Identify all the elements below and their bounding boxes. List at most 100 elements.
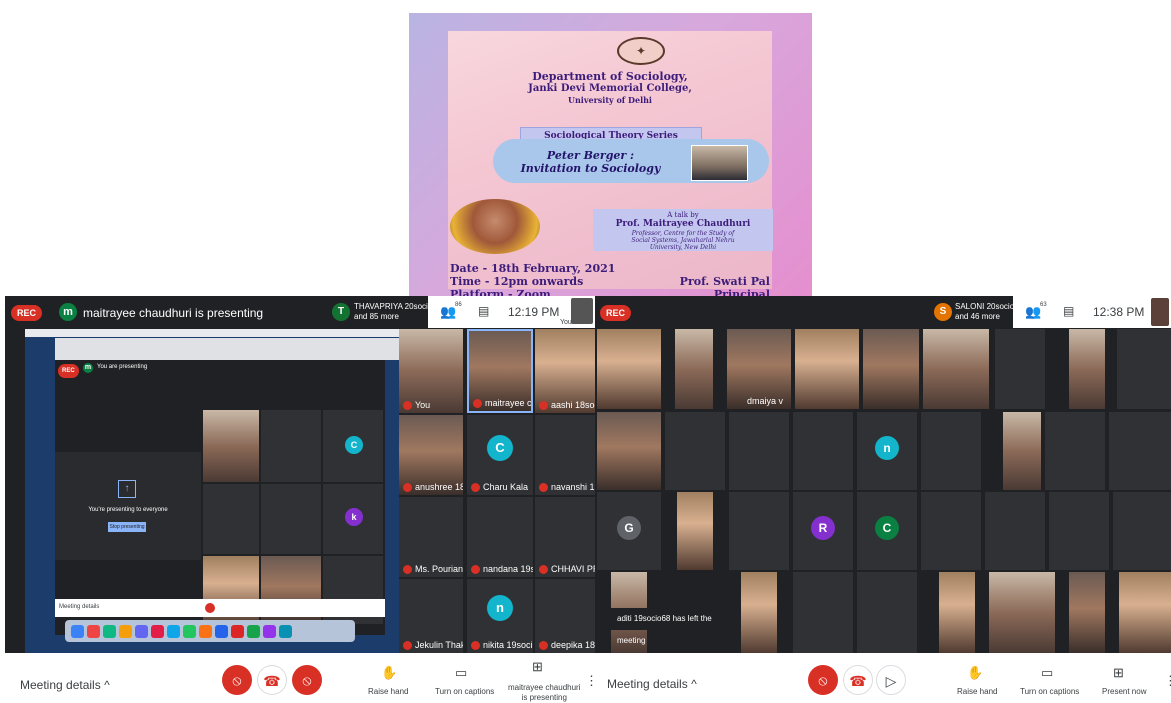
participant-tile xyxy=(793,412,853,490)
inner-hangup[interactable] xyxy=(205,603,215,613)
inner-tile xyxy=(261,410,321,482)
participant-tile xyxy=(921,412,981,490)
speaker-photo xyxy=(450,199,540,254)
clock-time: 12:19 PM xyxy=(508,305,560,319)
dock-app-icon[interactable] xyxy=(247,624,260,638)
presenting-everyone-text: You're presenting to everyone xyxy=(88,507,168,513)
participant-tile xyxy=(1003,412,1041,490)
participant-tile xyxy=(1119,572,1171,653)
mic-off-button[interactable]: ⦸ xyxy=(222,665,252,695)
participant-tile xyxy=(729,412,789,490)
participant-tile: deepika 18s... xyxy=(535,579,595,653)
participant-avatar: n xyxy=(875,436,899,460)
participant-tile xyxy=(1117,329,1171,409)
raise-hand-label[interactable]: Raise hand xyxy=(368,687,408,696)
others-label: SALONI 20socio... and 46 more xyxy=(955,302,1021,321)
participant-tile: G xyxy=(597,492,661,570)
poster-date-block: Date - 18th February, 2021 Time - 12pm o… xyxy=(450,262,615,296)
captions-label[interactable]: Turn on captions xyxy=(1020,687,1079,696)
participant-tile: C xyxy=(857,492,917,570)
participant-tile: navanshi 19... xyxy=(535,415,595,495)
talk-by: A talk by xyxy=(667,211,699,219)
others-label: THAVAPRIYA 20soci... and 85 more xyxy=(354,302,435,321)
raise-hand-icon[interactable]: ✋ xyxy=(967,665,983,681)
mic-off-button[interactable]: ⦸ xyxy=(808,665,838,695)
right-meet-window: REC S SALONI 20socio... and 46 more 👥 63… xyxy=(595,296,1171,653)
captions-icon[interactable]: ▭ xyxy=(455,665,467,681)
dock-app-icon[interactable] xyxy=(183,624,196,638)
dock-app-icon[interactable] xyxy=(71,624,84,638)
meeting-details-toggle[interactable]: Meeting details ^ xyxy=(607,677,697,691)
participant-tile xyxy=(985,492,1045,570)
dock-app-icon[interactable] xyxy=(167,624,180,638)
inner-meeting-details[interactable]: Meeting details xyxy=(59,604,99,610)
participant-tile xyxy=(675,329,713,409)
meeting-details-toggle[interactable]: Meeting details ^ xyxy=(20,678,110,692)
poster-card: ✦ Department of Sociology, Janki Devi Me… xyxy=(448,31,773,296)
inner-tile xyxy=(261,484,321,554)
dock-app-icon[interactable] xyxy=(87,624,100,638)
participant-tile xyxy=(1069,329,1105,409)
dock-app-icon[interactable] xyxy=(231,624,244,638)
chat-icon[interactable]: ▤ xyxy=(1063,304,1074,318)
talk-title: Peter Berger : Invitation to Sociology xyxy=(520,149,661,175)
dock-app-icon[interactable] xyxy=(119,624,132,638)
people-icon[interactable]: 👥 xyxy=(440,304,456,320)
dock-app-icon[interactable] xyxy=(215,624,228,638)
dock-app-icon[interactable] xyxy=(263,624,276,638)
participant-tile xyxy=(597,412,661,490)
inner-tile: k xyxy=(323,484,383,554)
camera-button[interactable]: ▷ xyxy=(876,665,906,695)
right-bottom-bar: Meeting details ^ ⦸ ☎ ▷ ✋ Raise hand ▭ T… xyxy=(595,653,1171,702)
top-controls: 👥 63 ▤ 12:38 PM xyxy=(1013,296,1171,328)
more-options-icon[interactable]: ⋮ xyxy=(1164,673,1171,689)
present-now-label[interactable]: Present now xyxy=(1102,687,1146,696)
dock-app-icon[interactable] xyxy=(151,624,164,638)
people-count: 86 xyxy=(455,302,462,308)
self-thumbnail xyxy=(1151,298,1169,326)
inner-k-avatar: k xyxy=(345,508,363,526)
camera-off-button[interactable]: ⦸ xyxy=(292,665,322,695)
people-count: 63 xyxy=(1040,302,1047,308)
chevron-up-icon: ^ xyxy=(691,677,697,691)
recording-badge: REC xyxy=(11,305,43,321)
participant-tile xyxy=(729,492,789,570)
participant-avatar: R xyxy=(811,516,835,540)
participant-tile xyxy=(857,572,917,653)
dock-app-icon[interactable] xyxy=(135,624,148,638)
raise-hand-icon[interactable]: ✋ xyxy=(381,665,397,681)
recording-badge: REC xyxy=(600,305,632,321)
mac-dock xyxy=(65,620,355,642)
stop-presenting-button[interactable]: Stop presenting xyxy=(108,522,146,532)
present-icon[interactable]: ⊞ xyxy=(1113,665,1124,681)
participant-tile: R xyxy=(793,492,853,570)
event-poster: ✦ Department of Sociology, Janki Devi Me… xyxy=(409,13,812,296)
speaker-desc-1: Professor, Centre for the Study of xyxy=(631,230,735,237)
chat-icon[interactable]: ▤ xyxy=(478,304,489,318)
raise-hand-label[interactable]: Raise hand xyxy=(957,687,997,696)
participant-tile xyxy=(665,412,725,490)
participant-avatar: C xyxy=(487,435,513,461)
self-label: You xyxy=(560,319,572,326)
participant-tile xyxy=(1049,492,1109,570)
camera-icon: ▷ xyxy=(885,673,897,689)
participant-tile xyxy=(863,329,919,409)
participant-tile xyxy=(921,492,981,570)
participant-tile: n nikita 19soci... xyxy=(467,579,533,653)
presenting-label: maitrayee chaudhuri is presenting xyxy=(508,683,581,702)
dock-app-icon[interactable] xyxy=(199,624,212,638)
hangup-button[interactable]: ☎ xyxy=(257,665,287,695)
speaker-name: Prof. Maitrayee Chaudhuri xyxy=(615,219,751,229)
dock-app-icon[interactable] xyxy=(103,624,116,638)
captions-label[interactable]: Turn on captions xyxy=(435,687,494,696)
hangup-button[interactable]: ☎ xyxy=(843,665,873,695)
presenting-panel: ↑ You're presenting to everyone Stop pre… xyxy=(55,452,201,560)
present-icon[interactable]: ⊞ xyxy=(532,659,543,675)
left-meet-window: REC m maitrayee chaudhuri is presenting … xyxy=(5,296,595,653)
dock-app-icon[interactable] xyxy=(279,624,292,638)
inner-meet: REC m You are presenting ↑ You're presen… xyxy=(55,360,385,635)
inner-bottom-bar: Meeting details xyxy=(55,599,385,617)
shared-screen: REC m You are presenting ↑ You're presen… xyxy=(25,329,399,653)
people-icon[interactable]: 👥 xyxy=(1025,304,1041,320)
captions-icon[interactable]: ▭ xyxy=(1041,665,1053,681)
